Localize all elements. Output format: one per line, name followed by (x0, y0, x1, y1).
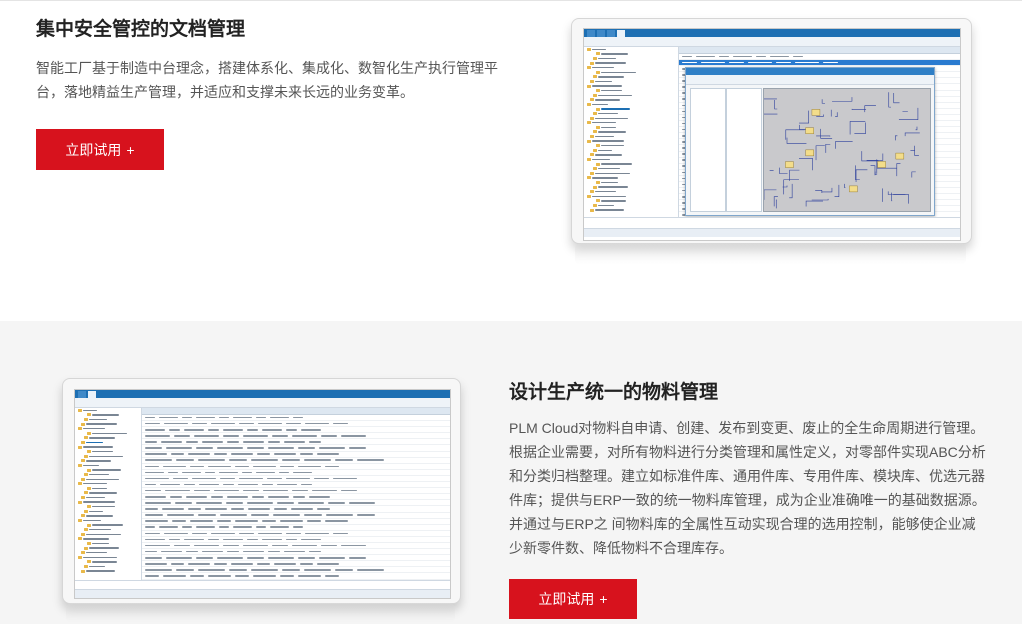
try-now-label: 立即试用 (538, 591, 595, 607)
circuit-wire (864, 105, 876, 113)
circuit-wire (834, 184, 840, 197)
circuit-component (805, 127, 814, 134)
circuit-wire (854, 122, 866, 134)
circuit-wire (789, 183, 793, 199)
circuit-wire (893, 93, 900, 104)
circuit-wire (821, 99, 826, 104)
circuit-wire (915, 126, 918, 131)
screenshot-reflection (66, 603, 455, 623)
circuit-wire (844, 183, 846, 189)
screenshot-reflection (575, 243, 966, 265)
circuit-wire (832, 97, 853, 102)
grid-header (142, 408, 450, 415)
properties-panel (726, 88, 762, 212)
circuit-component (877, 161, 886, 168)
try-now-label: 立即试用 (65, 141, 122, 158)
circuit-wire (904, 132, 920, 137)
material-grid (142, 408, 450, 580)
plus-icon: + (126, 141, 135, 158)
circuit-wire (789, 169, 800, 181)
circuit-wire (910, 145, 915, 151)
circuit-wire (894, 135, 898, 141)
try-now-button[interactable]: 立即试用 + (36, 129, 164, 170)
circuit-wire (898, 107, 919, 121)
circuit-component (785, 161, 794, 168)
folder-tree (584, 47, 679, 217)
drawing-canvas (763, 88, 931, 212)
circuit-wire (914, 150, 919, 156)
app-status-bar (584, 228, 960, 237)
circuit-wire (764, 98, 777, 100)
app-status-bar (75, 589, 450, 598)
circuit-wire (764, 189, 777, 200)
circuit-wire (891, 192, 893, 202)
circuit-wire (764, 113, 778, 115)
circuit-wire (799, 110, 809, 124)
feature-description: PLM Cloud对物料自申请、创建、发布到变更、废止的全生命周期进行管理。根据… (509, 420, 986, 556)
feature-title: 设计生产统一的物料管理 (509, 382, 719, 403)
circuit-wire (849, 121, 866, 135)
circuit-wire (835, 141, 853, 149)
circuit-wire (774, 100, 778, 110)
circuit-wire (887, 191, 906, 195)
feature-document-management: 集中安全管控的文档管理 智能工厂基于制造中台理念，搭建体系化、集成化、数智化生产… (0, 1, 1022, 321)
circuit-wire (888, 92, 891, 108)
circuit-wire (782, 185, 788, 188)
tree-node (75, 569, 141, 574)
app-tab-bar (584, 29, 960, 37)
circuit-wire (815, 190, 823, 193)
app-legend-bar (584, 217, 960, 226)
document-management-screenshot (571, 18, 972, 244)
tree-node (584, 208, 678, 213)
app-toolbar (75, 398, 450, 408)
feature-title: 集中安全管控的文档管理 (36, 19, 246, 40)
circuit-wire (866, 153, 884, 161)
circuit-wire (825, 143, 831, 153)
circuit-wire (811, 198, 829, 201)
app-window (74, 389, 451, 599)
circuit-component (811, 109, 821, 116)
circuit-wire (896, 163, 901, 177)
preview-dialog (685, 67, 935, 216)
circuit-wire (775, 199, 777, 209)
circuit-wire (911, 171, 916, 178)
pagination-bar (75, 580, 450, 589)
app-toolbar (584, 37, 960, 47)
circuit-wire (779, 167, 788, 174)
circuit-wire (820, 128, 833, 139)
circuit-component (805, 149, 814, 157)
app-tab-bar (75, 390, 450, 398)
circuit-wire (785, 129, 805, 140)
circuit-wire (855, 169, 868, 183)
app-window (583, 28, 961, 241)
feature-description: 智能工厂基于制造中台理念，搭建体系化、集成化、数智化生产执行管理平台，落地精益生… (36, 60, 498, 100)
circuit-wire (815, 145, 825, 161)
material-tree (75, 408, 142, 580)
circuit-component (895, 152, 905, 160)
circuit-wire (816, 135, 831, 137)
circuit-wire (786, 137, 807, 144)
circuit-wire (861, 151, 879, 162)
circuit-wire (851, 108, 867, 110)
circuit-wire (821, 187, 833, 193)
circuit-wire (805, 200, 824, 207)
try-now-button[interactable]: 立即试用 + (509, 579, 637, 619)
plus-icon: + (599, 591, 608, 607)
circuit-wire (798, 157, 813, 171)
circuit-wire (893, 194, 909, 204)
circuit-wire (835, 112, 838, 118)
circuit-component (849, 185, 858, 193)
feature-material-management: 设计生产统一的物料管理 PLM Cloud对物料自申请、创建、发布到变更、废止的… (0, 321, 1022, 624)
grid-header (679, 47, 960, 54)
circuit-wire (870, 165, 876, 176)
material-management-screenshot (62, 378, 461, 604)
